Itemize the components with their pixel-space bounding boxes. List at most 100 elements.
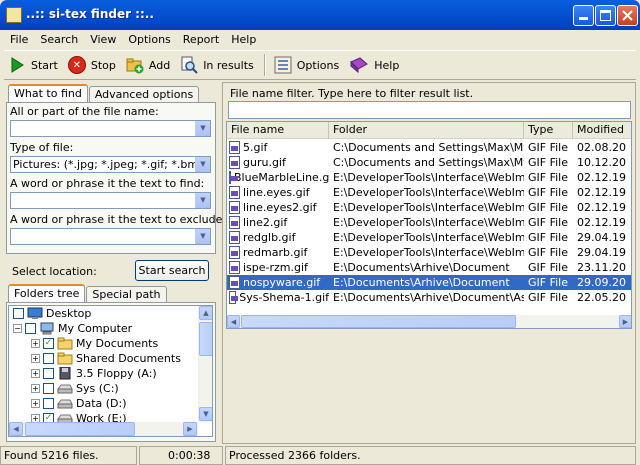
dropdown-arrow-icon[interactable]: ▼ <box>195 121 210 136</box>
dropdown-arrow-icon[interactable]: ▼ <box>195 193 210 208</box>
expand-icon[interactable]: + <box>31 354 40 363</box>
cell-text: 10.12.20 <box>577 156 626 169</box>
gif-file-icon <box>229 216 240 229</box>
expand-icon[interactable]: + <box>31 339 40 348</box>
scroll-down-icon[interactable]: ▼ <box>199 407 212 421</box>
cell-text: BlueMarbleLine.gif <box>234 171 329 184</box>
dropdown-arrow-icon[interactable]: ▼ <box>195 229 210 244</box>
cell-type: GIF File <box>524 140 573 155</box>
tree-vertical-scrollbar[interactable]: ▲ ▼ <box>198 306 212 422</box>
expand-icon[interactable]: + <box>31 384 40 393</box>
table-row[interactable]: redmarb.gif E:\DeveloperTools\Interface\W… <box>227 245 631 260</box>
checkbox[interactable] <box>25 323 36 334</box>
scroll-thumb[interactable] <box>25 422 135 436</box>
start-button[interactable]: Start <box>4 52 64 78</box>
add-button[interactable]: Add <box>122 52 176 78</box>
checkbox[interactable] <box>43 398 54 409</box>
close-button[interactable] <box>617 5 638 26</box>
table-row[interactable]: line2.gif E:\DeveloperTools\Interface\Web… <box>227 215 631 230</box>
tab-folders-tree[interactable]: Folders tree <box>8 284 86 304</box>
options-label: Options <box>296 58 340 72</box>
cell-type: GIF File <box>524 155 573 170</box>
menu-options[interactable]: Options <box>122 33 176 46</box>
tree-node-sys-c[interactable]: + Sys (C:) <box>31 381 119 396</box>
maximize-button[interactable] <box>595 5 616 26</box>
type-of-file-combo[interactable]: Pictures: (*.jpg; *.jpeg; *.gif; *.bmp; … <box>10 156 211 173</box>
tree-label: Shared Documents <box>76 352 181 365</box>
menu-search[interactable]: Search <box>34 33 84 46</box>
tree-node-desktop[interactable]: Desktop <box>13 306 91 321</box>
filter-label: File name filter. Type here to filter re… <box>230 87 474 100</box>
column-type[interactable]: Type <box>524 122 573 139</box>
scroll-left-icon[interactable]: ◀ <box>9 422 23 436</box>
scroll-thumb[interactable] <box>199 322 212 356</box>
cell-text: E:\DeveloperTools\Interface\WebImg <box>333 231 524 244</box>
tree-node-my-documents[interactable]: + ✓ My Documents <box>31 336 158 351</box>
tab-what-to-find[interactable]: What to find <box>8 84 88 104</box>
cell-text: E:\DeveloperTools\Interface\WebImg <box>333 171 524 184</box>
menu-view[interactable]: View <box>84 33 122 46</box>
help-button[interactable]: Help <box>345 52 405 78</box>
checkbox[interactable] <box>43 368 54 379</box>
scroll-thumb[interactable] <box>241 315 516 328</box>
checkbox[interactable] <box>13 308 24 319</box>
folders-tree[interactable]: Desktop − My Computer + ✓ My Documents +… <box>8 305 213 437</box>
checkbox[interactable] <box>43 353 54 364</box>
table-row[interactable]: ispe-rzm.gif E:\Documents\Arhive\Document… <box>227 260 631 275</box>
tree-node-floppy[interactable]: + 3.5 Floppy (A:) <box>31 366 157 381</box>
table-row[interactable]: 5.gif C:\Documents and Settings\Max\My Do… <box>227 140 631 155</box>
app-icon <box>6 7 22 23</box>
menu-bar: File Search View Options Report Help <box>4 30 636 49</box>
tree-node-data-d[interactable]: + Data (D:) <box>31 396 127 411</box>
file-name-combo[interactable]: ▼ <box>10 120 211 137</box>
menu-help[interactable]: Help <box>225 33 262 46</box>
cell-text: 02.08.20 <box>577 141 626 154</box>
results-horizontal-scrollbar[interactable]: ◀ ▶ <box>227 315 631 328</box>
checkbox[interactable] <box>43 383 54 394</box>
table-row[interactable]: line.eyes.gif E:\DeveloperTools\Interface… <box>227 185 631 200</box>
checkbox[interactable]: ✓ <box>43 338 54 349</box>
menu-report[interactable]: Report <box>177 33 225 46</box>
tree-node-my-computer[interactable]: − My Computer <box>13 321 132 336</box>
column-modified[interactable]: Modified <box>573 122 631 139</box>
cell-text: line.eyes.gif <box>243 186 310 199</box>
collapse-icon[interactable]: − <box>13 324 22 333</box>
scroll-right-icon[interactable]: ▶ <box>183 422 197 436</box>
cell-text: 02.12.19 <box>577 171 626 184</box>
minimize-button[interactable] <box>573 5 594 26</box>
filter-input[interactable] <box>228 101 631 119</box>
table-row[interactable]: guru.gif C:\Documents and Settings\Max\My… <box>227 155 631 170</box>
cell-folder: E:\DeveloperTools\Interface\WebImg <box>329 170 524 185</box>
tree-horizontal-scrollbar[interactable]: ◀ ▶ <box>9 422 198 436</box>
scroll-up-icon[interactable]: ▲ <box>199 306 212 320</box>
type-of-file-label: Type of file: <box>10 141 74 154</box>
stop-button[interactable]: ✕ Stop <box>64 52 122 78</box>
cell-name: guru.gif <box>227 155 329 170</box>
cell-text: E:\DeveloperTools\Interface\WebImg <box>333 216 524 229</box>
cell-text: line2.gif <box>243 216 288 229</box>
cell-text: 22.05.20 <box>577 291 626 304</box>
options-button[interactable]: Options <box>270 52 345 78</box>
column-file-name[interactable]: File name <box>227 122 329 139</box>
dropdown-arrow-icon[interactable]: ▼ <box>195 157 210 172</box>
in-results-button[interactable]: In results <box>176 52 260 78</box>
scroll-right-icon[interactable]: ▶ <box>619 315 631 328</box>
expand-icon[interactable]: + <box>31 399 40 408</box>
column-folder[interactable]: Folder <box>329 122 524 139</box>
menu-file[interactable]: File <box>4 33 34 46</box>
cell-text: GIF File <box>528 156 568 169</box>
phrase-combo[interactable]: ▼ <box>10 192 211 209</box>
table-row[interactable]: Sys-Shema-1.gif E:\Documents\Arhive\Docum… <box>227 290 631 305</box>
table-row[interactable]: line.eyes2.gif E:\DeveloperTools\Interfac… <box>227 200 631 215</box>
help-book-icon <box>350 57 369 74</box>
exclude-combo[interactable]: ▼ <box>10 228 211 245</box>
tree-node-shared-documents[interactable]: + Shared Documents <box>31 351 181 366</box>
expand-icon[interactable]: + <box>31 369 40 378</box>
table-row[interactable]: redglb.gif E:\DeveloperTools\Interface\We… <box>227 230 631 245</box>
table-row[interactable]: BlueMarbleLine.gif E:\DeveloperTools\Inte… <box>227 170 631 185</box>
table-row[interactable]: nospyware.gif E:\Documents\Arhive\Documen… <box>227 275 631 290</box>
start-search-button[interactable]: Start search <box>135 260 209 281</box>
exclude-label: A word or phrase it the text to exclude: <box>10 213 227 226</box>
scroll-left-icon[interactable]: ◀ <box>227 315 240 328</box>
stop-icon: ✕ <box>67 56 86 74</box>
